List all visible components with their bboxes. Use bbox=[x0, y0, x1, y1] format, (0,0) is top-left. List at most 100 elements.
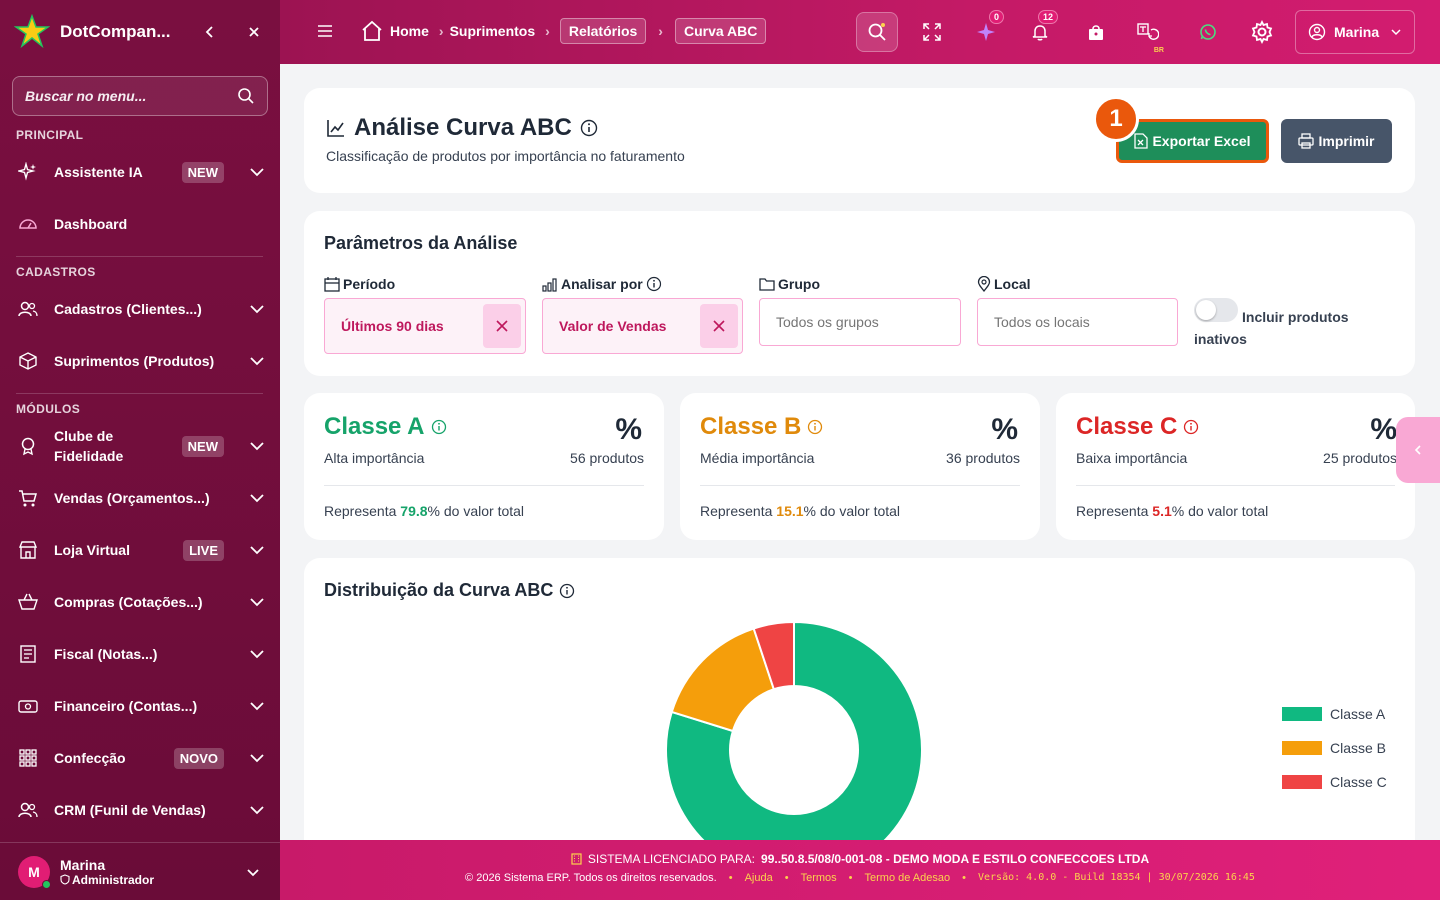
sidebar-search bbox=[12, 76, 268, 116]
whatsapp-button[interactable] bbox=[1192, 16, 1224, 48]
sidebar-item-label: Vendas (Orçamentos...) bbox=[54, 490, 210, 506]
sidebar-user[interactable]: M Marina Administrador bbox=[0, 842, 280, 900]
sidebar-item-crm[interactable]: CRM (Funil de Vendas) bbox=[16, 798, 266, 822]
shopping-bag-icon bbox=[1089, 25, 1103, 40]
collapse-sidebar-icon[interactable] bbox=[198, 20, 222, 44]
breadcrumb-relatorios[interactable]: Relatórios bbox=[559, 18, 647, 44]
classe-c-count: 25 produtos bbox=[1323, 450, 1397, 466]
logo-star-icon bbox=[14, 14, 50, 49]
classe-b-card: Classe B Média importância % 36 produtos… bbox=[680, 393, 1040, 540]
whatsapp-icon bbox=[1200, 24, 1216, 40]
sidebar-item-vendas[interactable]: Vendas (Orçamentos...) bbox=[16, 486, 266, 510]
classe-b-representa: Representa 15.1% do valor total bbox=[700, 503, 901, 519]
breadcrumb-suprimentos[interactable]: Suprimentos bbox=[450, 23, 536, 39]
notification-count-badge: 12 bbox=[1037, 10, 1058, 24]
fullscreen-icon bbox=[923, 23, 941, 41]
sidebar-search-input[interactable] bbox=[25, 88, 237, 104]
info-icon[interactable] bbox=[807, 419, 823, 435]
gauge-icon bbox=[16, 212, 40, 236]
inativos-label-line2: inativos bbox=[1194, 331, 1247, 347]
link-termos[interactable]: Termos bbox=[801, 872, 837, 884]
sidebar-item-financeiro[interactable]: Financeiro (Contas...) bbox=[16, 694, 266, 718]
receipt-icon bbox=[16, 642, 40, 666]
sidebar-item-dashboard[interactable]: Dashboard bbox=[16, 212, 266, 236]
user-name: Marina bbox=[60, 856, 106, 873]
print-button[interactable]: Imprimir bbox=[1281, 119, 1392, 163]
params-title: Parâmetros da Análise bbox=[324, 233, 518, 253]
language-badge: BR bbox=[1153, 47, 1164, 54]
analisar-value: Valor de Vendas bbox=[559, 318, 667, 334]
info-icon[interactable] bbox=[646, 276, 662, 292]
breadcrumb-home[interactable]: Home bbox=[390, 23, 429, 39]
local-label: Local bbox=[977, 276, 1031, 292]
inativos-toggle[interactable] bbox=[1194, 298, 1238, 322]
step-badge: 1 bbox=[1093, 96, 1139, 142]
info-icon[interactable] bbox=[580, 119, 598, 137]
online-status-dot bbox=[42, 879, 51, 889]
periodo-select[interactable]: Últimos 90 dias bbox=[324, 298, 526, 354]
classe-c-card: Classe C Baixa importância % 25 produtos… bbox=[1056, 393, 1415, 540]
legend-item-classe-a: Classe A bbox=[1282, 706, 1385, 722]
copyright: © 2026 Sistema ERP. Todos os direitos re… bbox=[465, 872, 717, 884]
sidebar-item-clube-fidelidade[interactable]: Clube de Fidelidade NEW bbox=[16, 426, 266, 466]
sidebar-item-loja-virtual[interactable]: Loja Virtual LIVE bbox=[16, 538, 266, 562]
sidebar-item-suprimentos[interactable]: Suprimentos (Produtos) bbox=[16, 349, 266, 373]
chevron-down-icon bbox=[250, 650, 264, 659]
menu-icon[interactable] bbox=[316, 22, 334, 45]
chart-title: Distribuição da Curva ABC bbox=[324, 580, 575, 601]
settings-button[interactable] bbox=[1246, 16, 1278, 48]
sidebar-item-label: CRM (Funil de Vendas) bbox=[54, 802, 206, 818]
link-ajuda[interactable]: Ajuda bbox=[745, 872, 773, 884]
sidebar-item-fiscal[interactable]: Fiscal (Notas...) bbox=[16, 642, 266, 666]
user-circle-icon bbox=[1308, 23, 1326, 41]
location-pin-icon bbox=[977, 276, 991, 292]
divider bbox=[16, 256, 263, 257]
legend-item-classe-c: Classe C bbox=[1282, 774, 1387, 790]
sidebar-item-confeccao[interactable]: Confecção NOVO bbox=[16, 746, 266, 770]
link-termo-adesao[interactable]: Termo de Adesao bbox=[865, 872, 951, 884]
folder-icon bbox=[759, 278, 775, 291]
sidebar-item-assistente-ia[interactable]: Assistente IA NEW bbox=[16, 160, 266, 184]
info-icon[interactable] bbox=[1183, 419, 1199, 435]
periodo-label: Período bbox=[324, 276, 395, 292]
footer: SISTEMA LICENCIADO PARA: 99..50.8.5/08/0… bbox=[280, 840, 1440, 900]
side-panel-toggle[interactable] bbox=[1396, 417, 1440, 483]
section-modulos: MÓDULOS bbox=[16, 402, 81, 416]
classe-b-title: Classe B bbox=[700, 413, 823, 441]
analisar-select[interactable]: Valor de Vendas bbox=[542, 298, 743, 354]
info-icon[interactable] bbox=[559, 583, 575, 599]
export-excel-button[interactable]: Exportar Excel bbox=[1116, 119, 1269, 163]
sidebar-item-label: Clube de Fidelidade bbox=[54, 428, 124, 464]
search-icon[interactable] bbox=[237, 87, 255, 105]
sidebar-item-cadastros[interactable]: Cadastros (Clientes...) bbox=[16, 297, 266, 321]
close-sidebar-icon[interactable] bbox=[242, 20, 266, 44]
chevron-down-icon bbox=[250, 305, 264, 314]
user-menu-button[interactable]: Marina bbox=[1295, 10, 1415, 54]
sidebar-item-label: Confecção bbox=[54, 750, 126, 766]
bell-icon bbox=[1032, 25, 1048, 41]
sparkle-icon bbox=[16, 160, 40, 184]
global-search-button[interactable] bbox=[856, 12, 898, 52]
chevron-down-icon bbox=[250, 546, 264, 555]
fullscreen-button[interactable] bbox=[916, 16, 948, 48]
chevron-down-icon bbox=[250, 806, 264, 815]
classe-a-percent: % bbox=[615, 413, 642, 446]
chevron-down-icon bbox=[250, 357, 264, 366]
grupo-input[interactable] bbox=[776, 314, 957, 330]
info-icon[interactable] bbox=[431, 419, 447, 435]
sidebar-item-compras[interactable]: Compras (Cotações...) bbox=[16, 590, 266, 614]
chevron-down-icon[interactable] bbox=[244, 863, 262, 881]
version-info: Versão: 4.0.0 - Build 18354 | 30/07/2026… bbox=[977, 872, 1255, 883]
topbar: Home › Suprimentos › Relatórios › Curva … bbox=[280, 0, 1440, 64]
classe-b-subtitle: Média importância bbox=[700, 450, 815, 466]
divider bbox=[700, 485, 1020, 486]
clear-periodo-button[interactable] bbox=[483, 304, 521, 348]
clear-analisar-button[interactable] bbox=[700, 304, 738, 348]
new-badge: NEW bbox=[181, 435, 224, 457]
ai-assistant-button[interactable]: 0 bbox=[970, 10, 1004, 48]
store-button[interactable] bbox=[1080, 16, 1112, 48]
local-input[interactable] bbox=[994, 314, 1175, 330]
donut-chart bbox=[665, 620, 923, 858]
notifications-button[interactable]: 12 bbox=[1024, 10, 1058, 48]
language-button[interactable]: BR bbox=[1132, 16, 1164, 54]
